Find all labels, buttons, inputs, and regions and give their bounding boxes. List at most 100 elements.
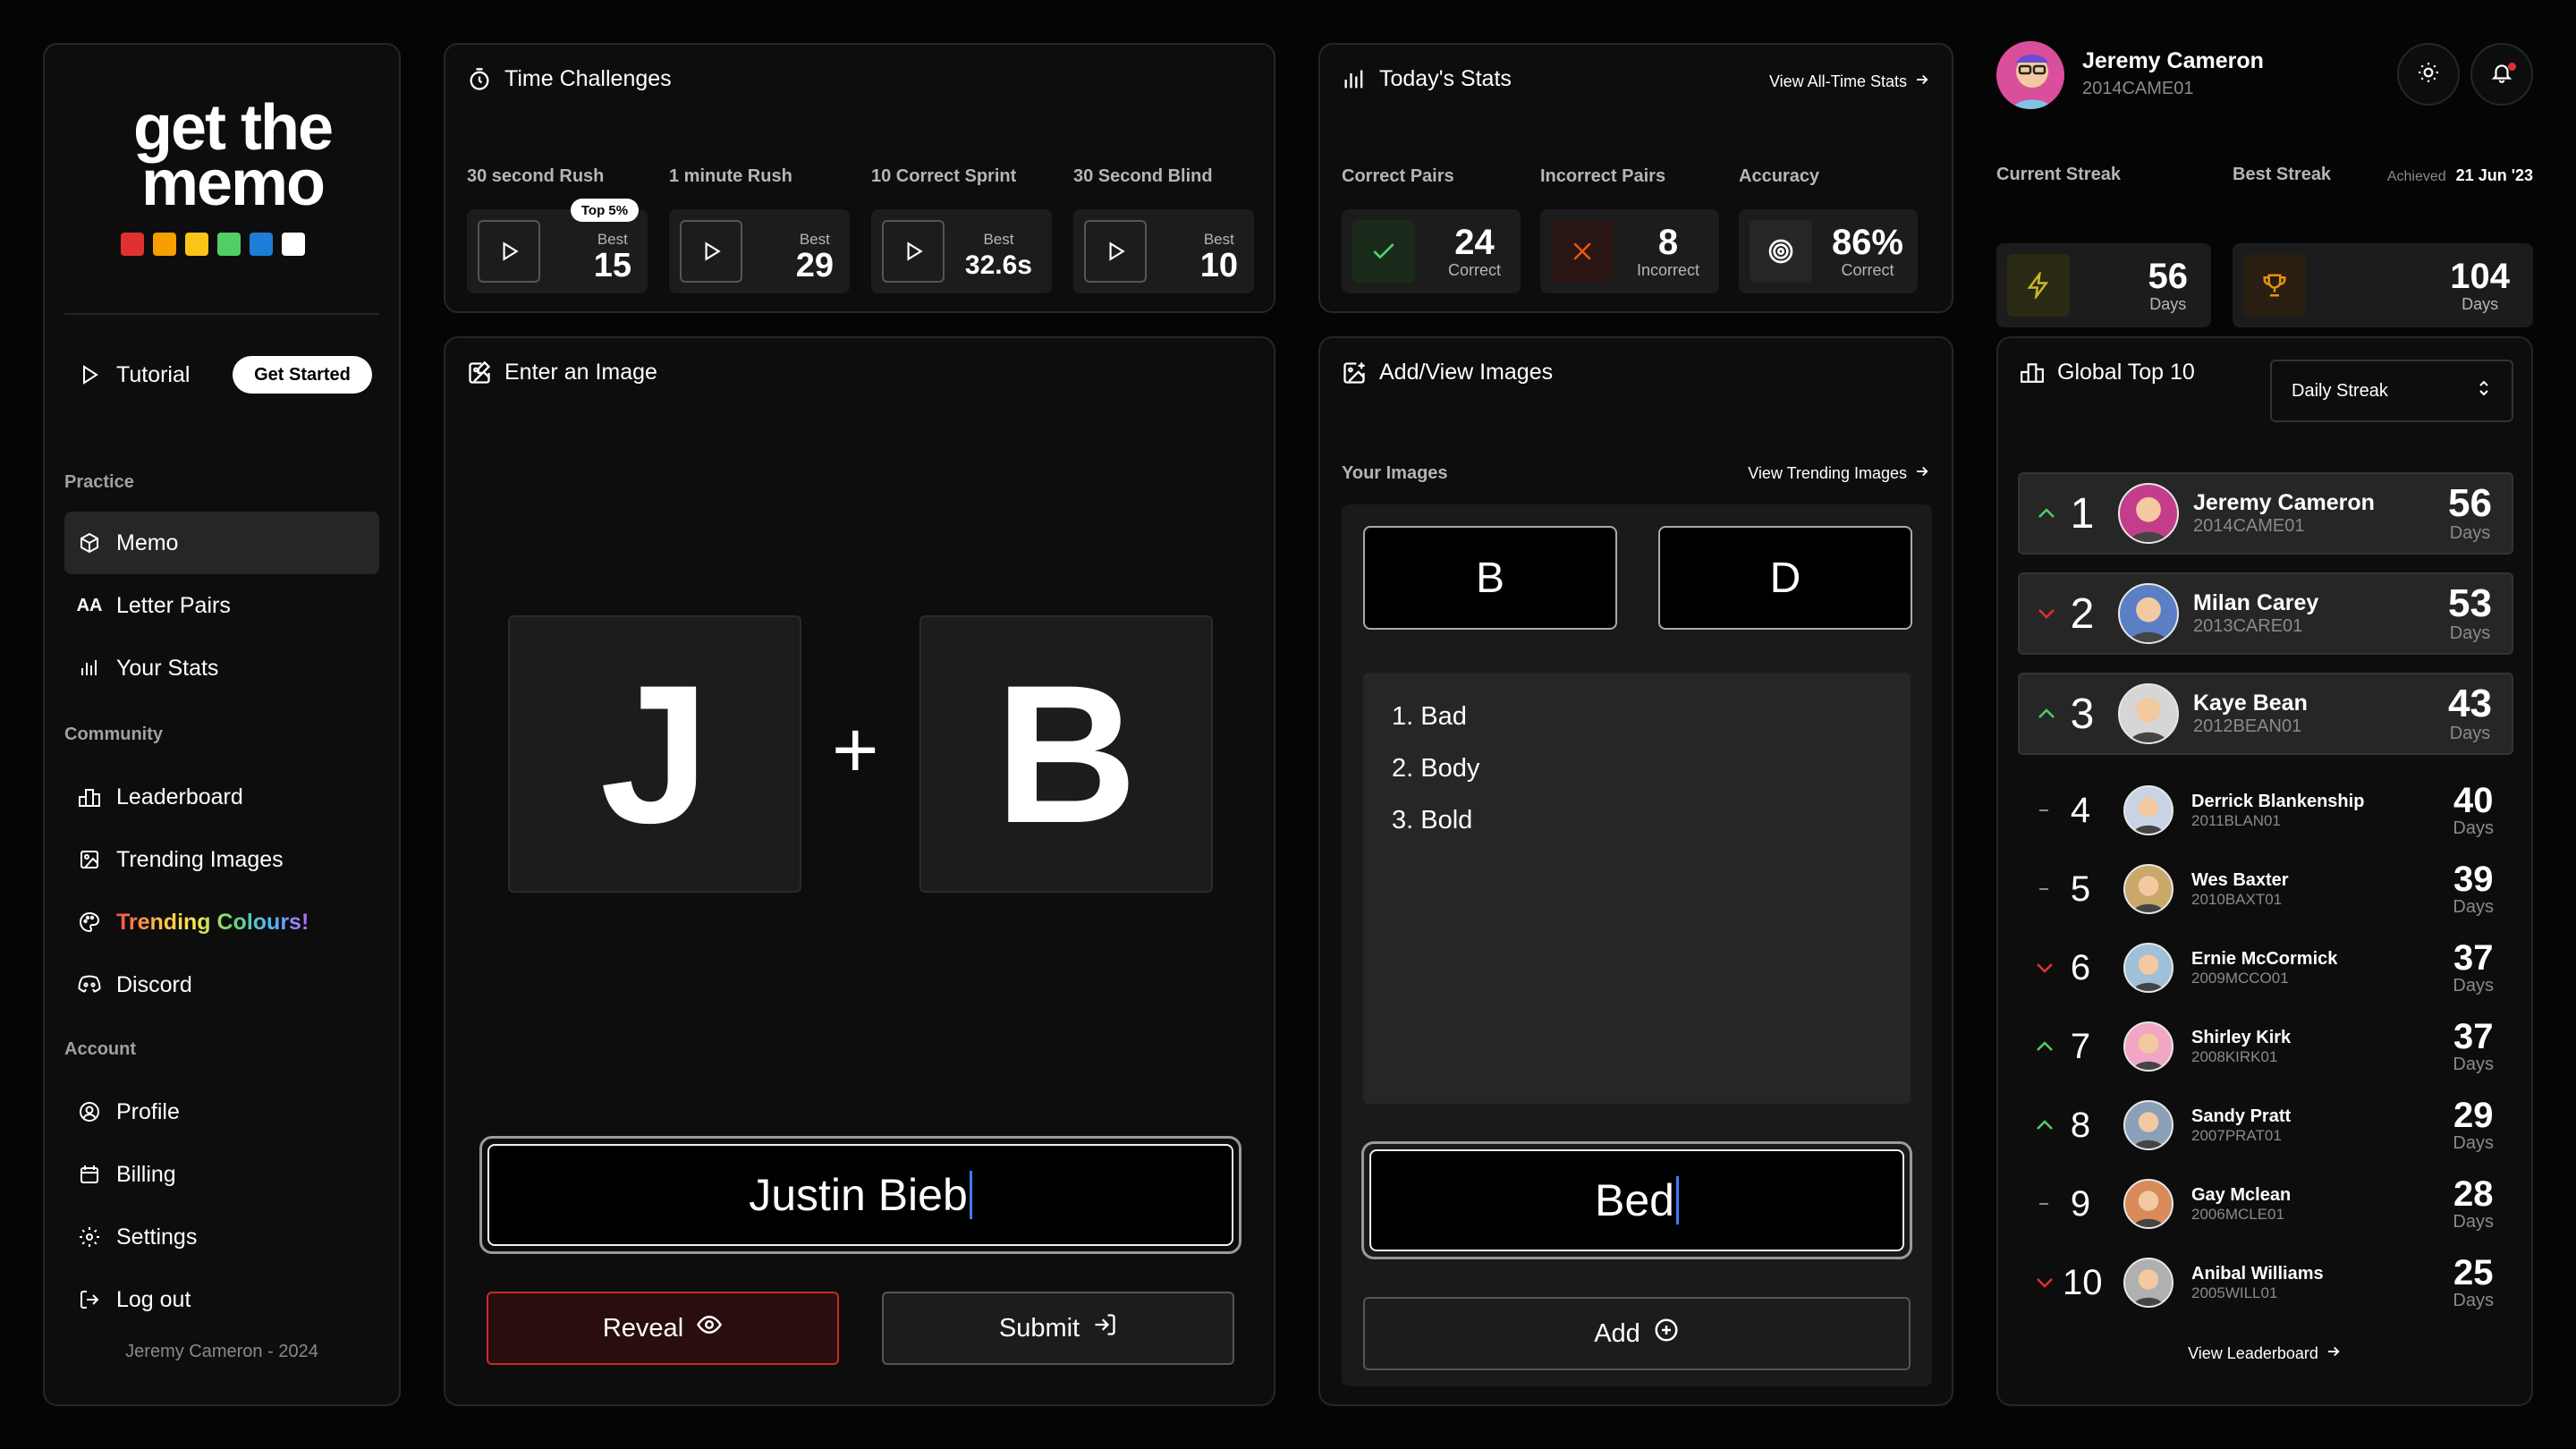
nav-trending-images-label: Trending Images	[116, 846, 284, 872]
list-item[interactable]: 1. Bad	[1392, 691, 1882, 742]
leaderboard-days-number: 39	[2453, 859, 2494, 899]
best-value: 10	[1199, 247, 1238, 284]
todays-stats-panel: Today's Stats View All-Time Stats Correc…	[1318, 43, 1953, 313]
chart-icon	[1342, 67, 1367, 92]
leaderboard-row[interactable]: 5 Wes Baxter 2010BAXT01 39 Days	[2018, 852, 2513, 927]
challenge-card-10-correct-sprint[interactable]: Best 32.6s	[871, 209, 1052, 293]
logout-icon	[77, 1287, 102, 1312]
leaderboard-row[interactable]: 4 Derrick Blankenship 2011BLAN01 40 Days	[2018, 773, 2513, 848]
stat-number: 24	[1454, 223, 1495, 262]
leaderboard-days-number: 53	[2448, 580, 2492, 625]
list-item[interactable]: 2. Body	[1392, 742, 1882, 794]
nav-profile[interactable]: Profile	[64, 1080, 379, 1143]
leaderboard-row[interactable]: 10 Anibal Williams 2005WILL01 25 Days	[2018, 1245, 2513, 1320]
nav-discord[interactable]: Discord	[64, 953, 379, 1016]
stat-card-accuracy: 86% Correct	[1739, 209, 1918, 293]
nav-trending-images[interactable]: Trending Images	[64, 828, 379, 891]
leaderboard-days-number: 37	[2453, 937, 2494, 978]
submit-icon	[1092, 1312, 1117, 1344]
challenge-label-3: 10 Correct Sprint	[871, 166, 1017, 186]
submit-button[interactable]: Submit	[882, 1292, 1234, 1365]
best-streak-value: 104 Days	[2450, 258, 2510, 314]
nav-settings-label: Settings	[116, 1224, 198, 1250]
view-trending-images-link[interactable]: View Trending Images	[1748, 463, 1930, 484]
leaderboard-row[interactable]: 6 Ernie McCormick 2009MCCO01 37 Days	[2018, 930, 2513, 1005]
notifications-button[interactable]	[2470, 43, 2533, 106]
get-started-button[interactable]: Get Started	[233, 356, 372, 394]
leaderboard-row[interactable]: 8 Sandy Pratt 2007PRAT01 29 Days	[2018, 1088, 2513, 1163]
leaderboard-row[interactable]: 9 Gay Mclean 2006MCLE01 28 Days	[2018, 1166, 2513, 1241]
nav-billing[interactable]: Billing	[64, 1143, 379, 1206]
leaderboard-name: Derrick Blankenship	[2191, 791, 2365, 811]
stat-card-incorrect: 8 Incorrect	[1540, 209, 1719, 293]
logo[interactable]: get the memo	[116, 96, 349, 216]
leaderboard-row[interactable]: 7 Shirley Kirk 2008KIRK01 37 Days	[2018, 1009, 2513, 1084]
nav-leaderboard-label: Leaderboard	[116, 784, 243, 809]
best-streak-unit: Days	[2462, 295, 2499, 313]
leaderboard-days: 28 Days	[2453, 1176, 2494, 1233]
add-image-input[interactable]: Bed	[1361, 1141, 1912, 1259]
list-item[interactable]: 3. Bold	[1392, 794, 1882, 846]
leaderboard-days: 37 Days	[2453, 1019, 2494, 1075]
stat-number: 86%	[1831, 223, 1903, 262]
leaderboard-id: 2009MCCO01	[2191, 969, 2289, 987]
play-icon[interactable]	[680, 220, 742, 283]
nav-letter-pairs[interactable]: AA Letter Pairs	[64, 574, 379, 637]
current-streak-card: 56 Days	[1996, 243, 2211, 327]
leaderboard-row[interactable]: 1 Jeremy Cameron 2014CAME01 56 Days	[2018, 472, 2513, 555]
play-icon[interactable]	[882, 220, 945, 283]
play-icon[interactable]	[478, 220, 540, 283]
image-input-field[interactable]: Justin Bieb	[487, 1144, 1233, 1246]
pair-letter-second[interactable]: D	[1658, 526, 1912, 630]
leaderboard-name: Sandy Pratt	[2191, 1106, 2292, 1126]
your-images-label: Your Images	[1342, 463, 1448, 483]
theme-toggle-button[interactable]	[2397, 43, 2460, 106]
section-label-account: Account	[64, 1039, 136, 1059]
nav-billing-label: Billing	[116, 1161, 176, 1187]
add-button[interactable]: Add	[1363, 1297, 1911, 1370]
stat-number: 8	[1657, 223, 1679, 262]
best-streak-number: 104	[2450, 257, 2510, 296]
leaderboard-days-unit: Days	[2453, 1211, 2494, 1232]
image-input[interactable]: Justin Bieb	[479, 1136, 1241, 1254]
image-add-icon	[1342, 360, 1367, 386]
pair-letter-first[interactable]: B	[1363, 526, 1617, 630]
challenge-card-30s-blind[interactable]: Best 10	[1073, 209, 1254, 293]
arrow-right-icon	[1914, 463, 1930, 484]
leaderboard-icon	[2020, 360, 2045, 386]
chart-icon	[77, 656, 102, 681]
profile-name: Jeremy Cameron	[2082, 48, 2264, 73]
view-all-time-stats-link[interactable]: View All-Time Stats	[1769, 72, 1930, 92]
leaderboard-rank: 2	[2070, 589, 2095, 638]
avatar[interactable]	[1996, 41, 2064, 109]
nav-settings[interactable]: Settings	[64, 1206, 379, 1268]
leaderboard-icon	[77, 784, 102, 809]
play-icon[interactable]	[1084, 220, 1147, 283]
eye-icon	[696, 1311, 723, 1345]
challenge-card-30s-rush[interactable]: Best 15	[467, 209, 648, 293]
leaderboard-row[interactable]: 2 Milan Carey 2013CARE01 53 Days	[2018, 572, 2513, 655]
nav-log-out[interactable]: Log out	[64, 1268, 379, 1331]
best-value: 32.6s	[964, 250, 1032, 280]
leaderboard-row[interactable]: 3 Kaye Bean 2012BEAN01 43 Days	[2018, 673, 2513, 755]
time-challenges-header: Time Challenges	[467, 66, 672, 92]
stat-value: 24 Correct	[1448, 224, 1501, 280]
image-icon	[77, 847, 102, 872]
challenge-card-1min-rush[interactable]: Best 29	[669, 209, 850, 293]
avatar	[2118, 683, 2179, 744]
leaderboard-days-number: 37	[2453, 1016, 2494, 1056]
add-image-input-field[interactable]: Bed	[1369, 1149, 1904, 1251]
enter-image-header: Enter an Image	[467, 360, 657, 386]
nav-trending-colours[interactable]: Trending Colours!	[64, 891, 379, 953]
nav-memo[interactable]: Memo	[64, 512, 379, 574]
nav-leaderboard[interactable]: Leaderboard	[64, 766, 379, 828]
leaderboard-type-select[interactable]: Daily Streak	[2270, 360, 2513, 422]
leaderboard-days-unit: Days	[2453, 896, 2494, 917]
global-top-title: Global Top 10	[2057, 360, 2195, 385]
view-leaderboard-link[interactable]: View Leaderboard	[1998, 1343, 2531, 1364]
best-value: 29	[795, 247, 834, 284]
leaderboard-days-number: 40	[2453, 780, 2494, 820]
avatar	[2123, 1100, 2174, 1150]
reveal-button[interactable]: Reveal	[487, 1292, 839, 1365]
nav-your-stats[interactable]: Your Stats	[64, 637, 379, 699]
